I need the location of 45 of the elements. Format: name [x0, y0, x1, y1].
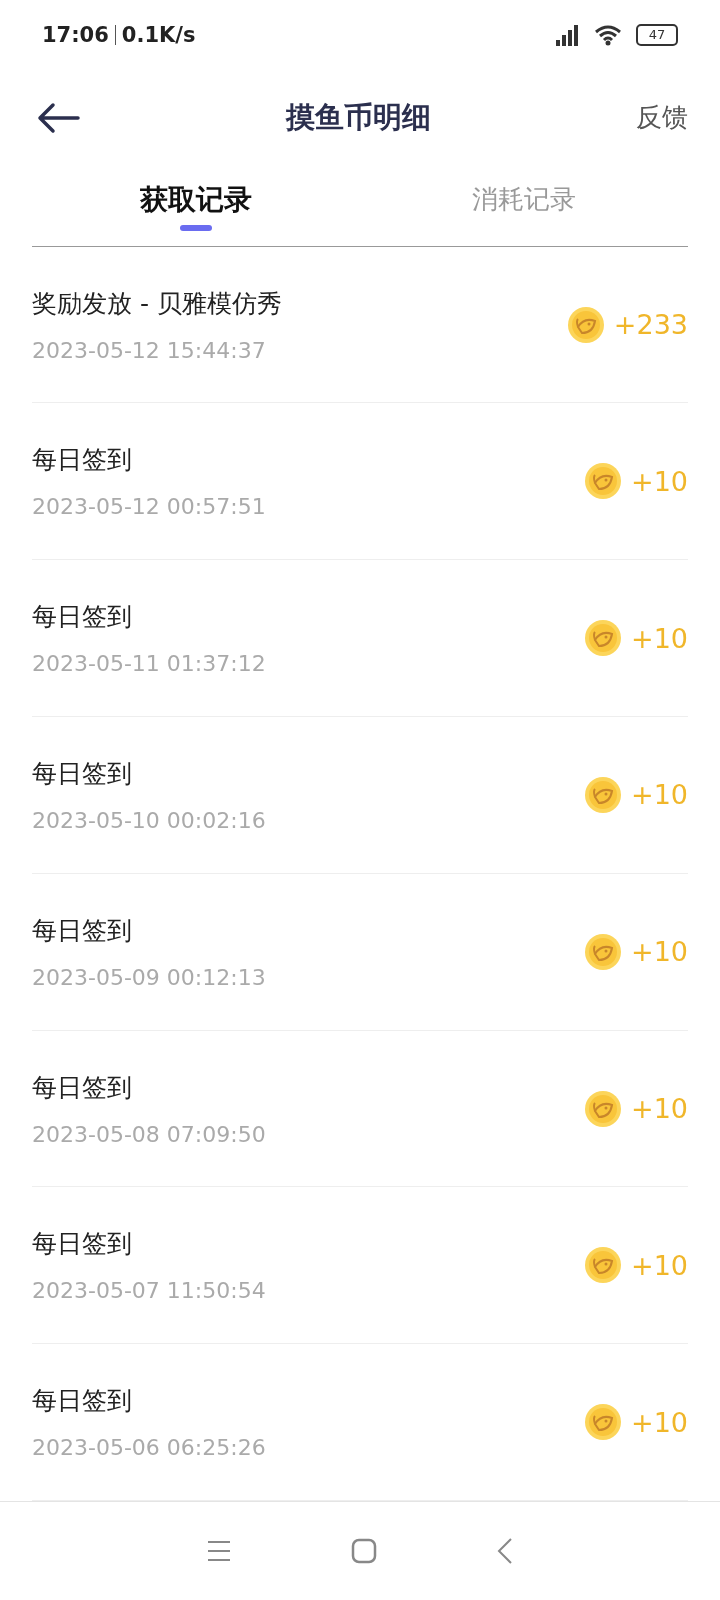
- record-title: 每日签到: [32, 757, 133, 790]
- battery-indicator: 47: [636, 23, 678, 46]
- record-time: 2023-05-11 01:37:12: [32, 651, 266, 677]
- record-amount: +233: [613, 309, 688, 341]
- coin-icon: [585, 620, 621, 657]
- tab-indicator: [180, 224, 212, 231]
- record-title: 每日签到: [32, 914, 133, 947]
- record-amount: +10: [631, 622, 688, 654]
- coin-icon: [585, 1404, 621, 1441]
- coin-icon: [585, 1247, 621, 1284]
- record-title: 每日签到: [32, 1228, 133, 1261]
- record-title: 每日签到: [32, 1385, 133, 1418]
- record-title: 奖励发放 - 贝雅模仿秀: [32, 287, 282, 320]
- record-time: 2023-05-12 00:57:51: [32, 494, 266, 520]
- coin-icon: [567, 306, 604, 343]
- record-time: 2023-05-08 07:09:50: [32, 1121, 266, 1147]
- record-title: 每日签到: [32, 601, 133, 634]
- record-time: 2023-05-07 11:50:54: [32, 1278, 266, 1304]
- coin-icon: [585, 463, 621, 500]
- record-time: 2023-05-09 00:12:13: [32, 964, 266, 990]
- record-amount: +10: [631, 1406, 688, 1438]
- coin-icon: [585, 933, 621, 970]
- coin-icon: [585, 776, 621, 813]
- record-amount: +10: [631, 1093, 688, 1125]
- record-amount: +10: [631, 1249, 688, 1281]
- record-title: 每日签到: [32, 444, 133, 477]
- record-title: 每日签到: [32, 1071, 133, 1104]
- record-time: 2023-05-12 15:44:37: [32, 337, 267, 363]
- menu-icon[interactable]: [207, 1540, 231, 1563]
- network-speed: 0.1K/s: [121, 22, 196, 47]
- record-amount: +10: [631, 779, 688, 811]
- record-time: 2023-05-06 06:25:26: [32, 1435, 266, 1461]
- page-title: 摸鱼币明细: [285, 98, 431, 136]
- record-time: 2023-05-10 00:02:16: [32, 807, 266, 833]
- wifi-icon: [594, 23, 622, 46]
- coin-icon: [585, 1090, 621, 1127]
- status-time: 17:06: [42, 22, 109, 47]
- feedback-link[interactable]: 反馈: [636, 100, 688, 136]
- record-amount: +10: [631, 936, 688, 968]
- tab[interactable]: 获取记录: [140, 180, 252, 219]
- back-arrow-icon[interactable]: [36, 101, 80, 134]
- record-amount: +10: [631, 465, 688, 497]
- back-icon[interactable]: [497, 1537, 513, 1566]
- signal-icon: [554, 23, 580, 46]
- home-square-icon[interactable]: [351, 1538, 377, 1565]
